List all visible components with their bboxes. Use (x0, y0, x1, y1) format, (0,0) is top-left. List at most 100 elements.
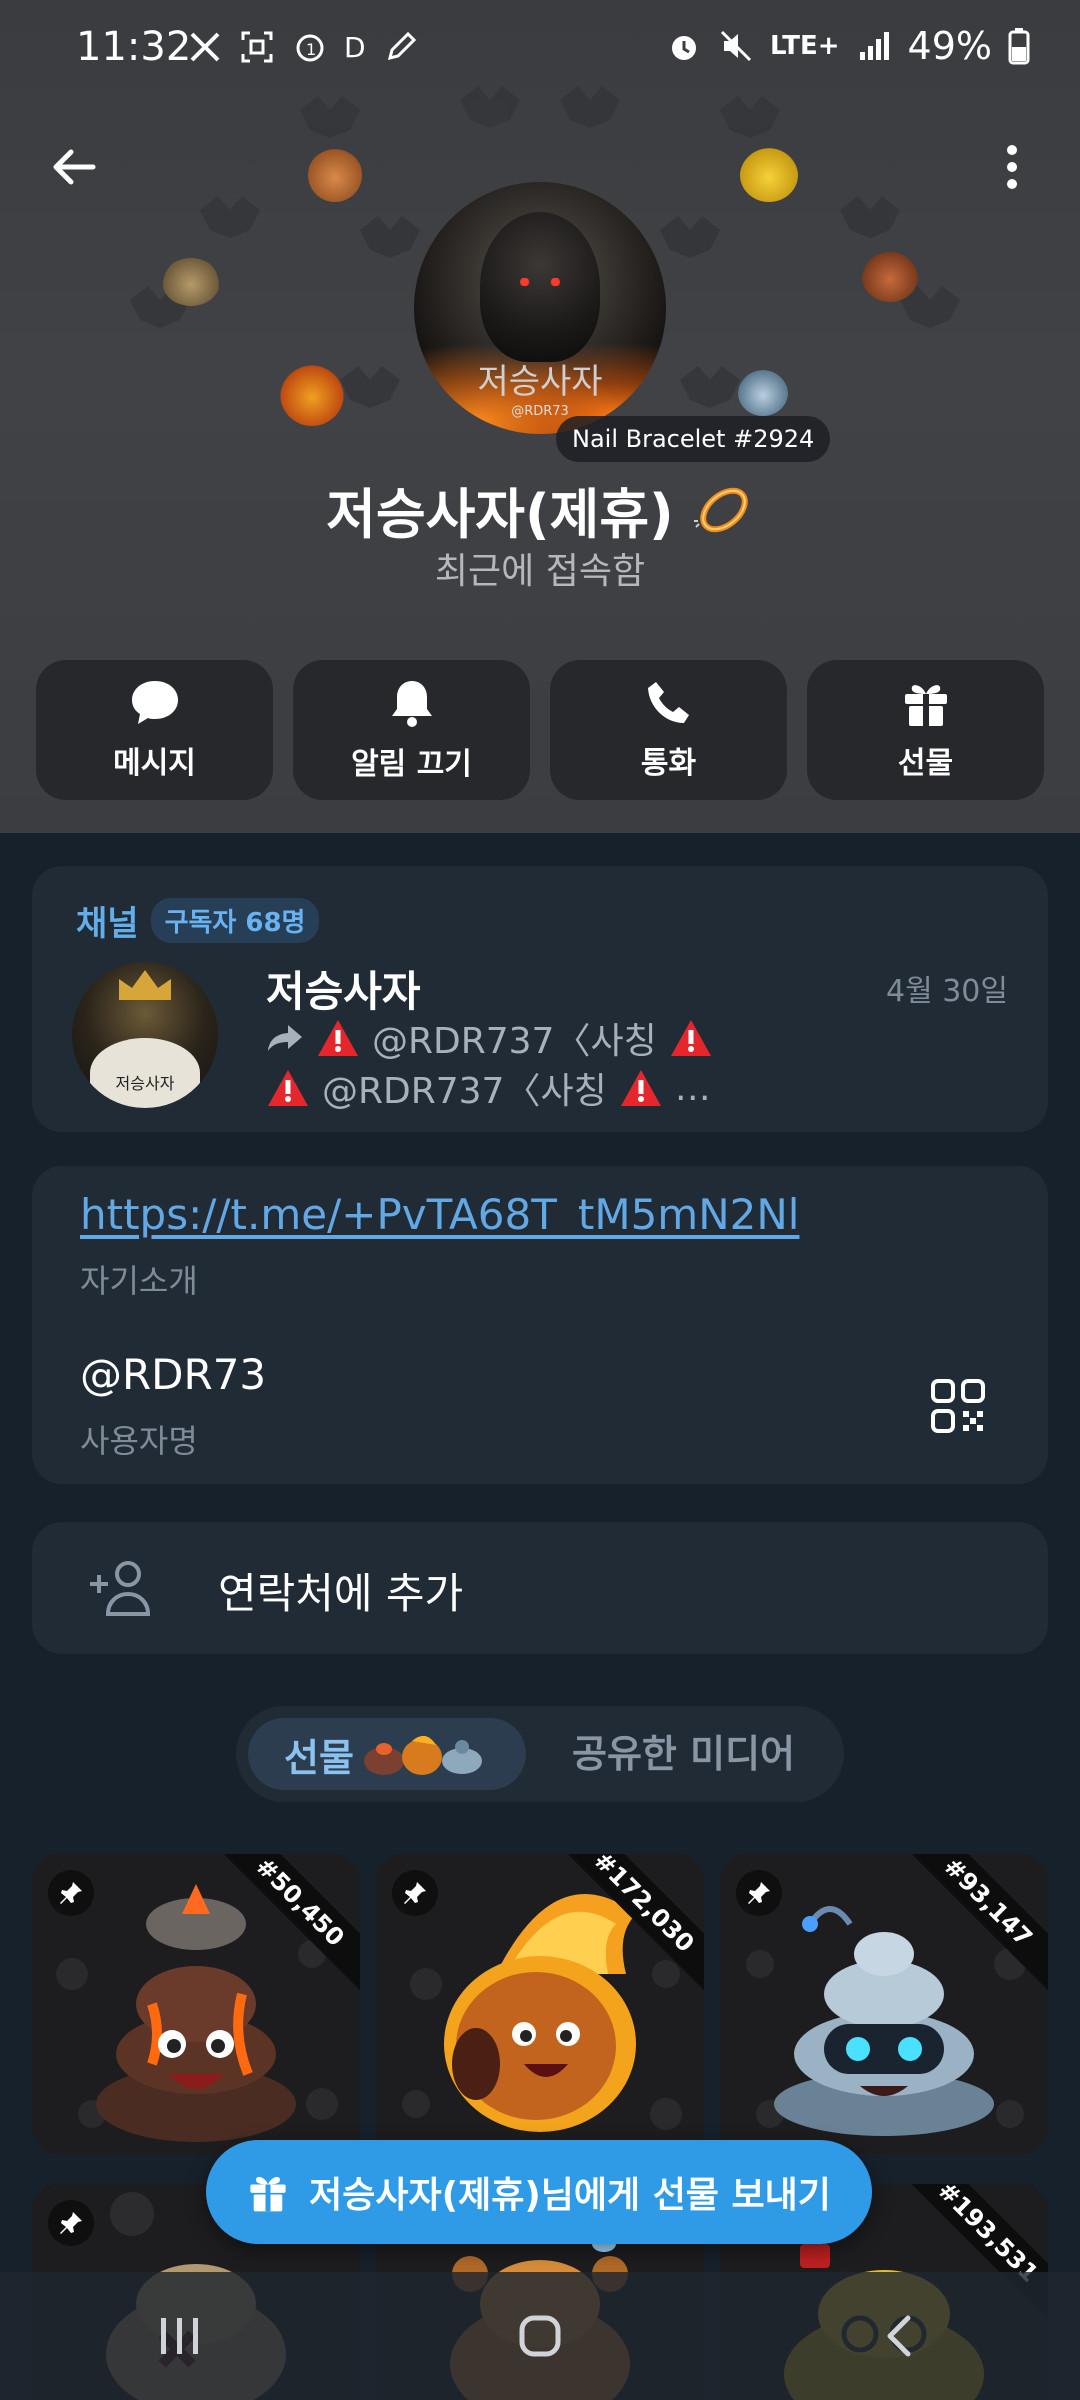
arrow-left-icon (53, 149, 96, 185)
mute-label: 알림 끄기 (351, 747, 472, 782)
pin-badge (48, 1870, 94, 1916)
message-label: 메시지 (113, 746, 196, 781)
avatar-eyes (518, 278, 562, 286)
pin-icon (404, 1882, 426, 1904)
d-indicator: D (344, 30, 366, 64)
status-left-icons: 1 D (188, 30, 418, 64)
warning-icon (268, 1070, 308, 1106)
channel-date: 4월 30일 (886, 974, 1008, 1009)
channel-title: 채널 (76, 904, 139, 944)
gift-card[interactable]: #50,450 (32, 1854, 360, 2154)
sticker-bones (162, 258, 220, 306)
pin-icon (60, 1882, 82, 1904)
alarm-badge-icon: 1 (296, 34, 324, 62)
crown-shape (119, 970, 171, 1000)
tools-icon (190, 32, 220, 62)
avatar-figure (480, 212, 600, 362)
battery-percent: 49% (907, 24, 992, 68)
screenshot-icon (241, 31, 273, 63)
home-button[interactable] (480, 2286, 600, 2386)
channel-message-ellipsis: … (674, 1067, 711, 1109)
last-seen-status: 최근에 접속함 (434, 551, 646, 592)
name-row: 저승사자(제휴) (0, 470, 1080, 549)
subscriber-badge: 구독자 68명 (150, 898, 320, 943)
battery-charging-icon (1008, 28, 1030, 65)
profile-header: 11:32 1 D LTE+ 49% 저승사자 @RDR73 Nail Brac… (0, 0, 1080, 833)
channel-message-text-1: @RDR737〈사칭 (372, 1021, 657, 1062)
sticker-robot (738, 370, 788, 416)
sticker-bear (308, 148, 362, 202)
username-label: 사용자명 (80, 1422, 198, 1460)
tab-gifts[interactable]: 선물 (248, 1718, 526, 1790)
channel-avatar-caption: 저승사자 (115, 1074, 175, 1093)
pencil-icon (387, 31, 416, 61)
chat-bubble-icon (131, 681, 178, 724)
nft-badge[interactable]: Nail Bracelet #2924 (556, 416, 831, 462)
channel-name: 저승사자 (266, 967, 421, 1016)
pin-badge (392, 1870, 438, 1916)
gift-card[interactable]: #93,147 (720, 1854, 1048, 2154)
chevron-left-icon (887, 2315, 911, 2357)
tab-shared-media[interactable]: 공유한 미디어 (572, 1718, 795, 1790)
mute-icon (720, 30, 752, 62)
gift-icon (904, 685, 947, 726)
warning-icon (670, 1020, 711, 1056)
username-value[interactable]: @RDR73 (80, 1350, 266, 1399)
sticker-fire (280, 362, 344, 426)
status-bar: 11:32 1 D LTE+ 49% (0, 0, 1080, 100)
profile-avatar[interactable]: 저승사자 @RDR73 (414, 182, 666, 434)
call-button[interactable]: 통화 (550, 660, 787, 800)
send-gift-button[interactable]: 저승사자(제휴)님에게 선물 보내기 (206, 2140, 872, 2244)
channel-avatar: 저승사자 (72, 962, 218, 1108)
pin-icon (60, 2212, 82, 2234)
send-gift-label: 저승사자(제휴)님에게 선물 보내기 (309, 2175, 831, 2216)
forward-icon (268, 1025, 302, 1051)
mute-button[interactable]: 알림 끄기 (293, 660, 530, 800)
gift-stickers-icon (363, 1735, 482, 1775)
signal-icon (859, 32, 889, 60)
info-card: https://t.me/+PvTA68T_tM5mN2Nl 자기소개 @RDR… (32, 1166, 1048, 1484)
gift-icon (250, 2176, 286, 2212)
action-row: 메시지 알림 끄기 통화 선물 (36, 660, 1044, 800)
status-right-icons: LTE+ 49% (666, 24, 1030, 68)
more-options-button[interactable] (982, 132, 1042, 202)
bell-icon (391, 681, 432, 727)
home-icon (519, 2315, 561, 2357)
warning-icon (620, 1070, 661, 1106)
message-button[interactable]: 메시지 (36, 660, 273, 800)
phone-icon (647, 682, 689, 723)
add-person-icon (90, 1561, 151, 1616)
alarm-icon (671, 36, 696, 60)
bracelet-emoji-status-icon[interactable] (688, 477, 754, 543)
recent-apps-icon (161, 2318, 198, 2354)
qr-code-icon[interactable] (930, 1378, 986, 1434)
lte-indicator: LTE+ (769, 31, 840, 61)
back-button[interactable] (38, 132, 108, 202)
gift-card[interactable]: #172,030 (376, 1854, 704, 2154)
more-vertical-icon (1007, 145, 1017, 189)
avatar-caption: 저승사자 (477, 362, 603, 402)
bio-label: 자기소개 (80, 1262, 198, 1300)
system-nav-bar (0, 2272, 1080, 2400)
add-contact-label: 연락처에 추가 (218, 1569, 464, 1618)
bio-link[interactable]: https://t.me/+PvTA68T_tM5mN2Nl (80, 1190, 799, 1239)
channel-message-text-2: @RDR737〈사칭 (322, 1071, 607, 1112)
channel-card[interactable]: 채널 구독자 68명 저승사자 저승사자 4월 30일 @RDR737〈사칭 @… (32, 866, 1048, 1132)
profile-tabs: 선물 공유한 미디어 (236, 1706, 844, 1802)
pin-icon (748, 1882, 770, 1904)
gift-button[interactable]: 선물 (807, 660, 1044, 800)
sticker-rocky (862, 252, 918, 302)
profile-name: 저승사자(제휴) (326, 483, 674, 546)
sticker-gold (740, 148, 798, 202)
warning-icon (318, 1020, 358, 1056)
svg-text:1: 1 (306, 40, 316, 59)
status-time: 11:32 (76, 24, 192, 70)
pin-badge (736, 1870, 782, 1916)
channel-header: 채널 구독자 68명 (76, 896, 320, 945)
recent-apps-button[interactable] (120, 2286, 240, 2386)
add-contact-row[interactable]: 연락처에 추가 (32, 1522, 1048, 1654)
gift-label: 선물 (897, 746, 954, 781)
call-label: 통화 (640, 746, 697, 781)
system-back-button[interactable] (840, 2286, 960, 2386)
channel-message-line-2: @RDR737〈사칭 … (266, 1062, 711, 1114)
